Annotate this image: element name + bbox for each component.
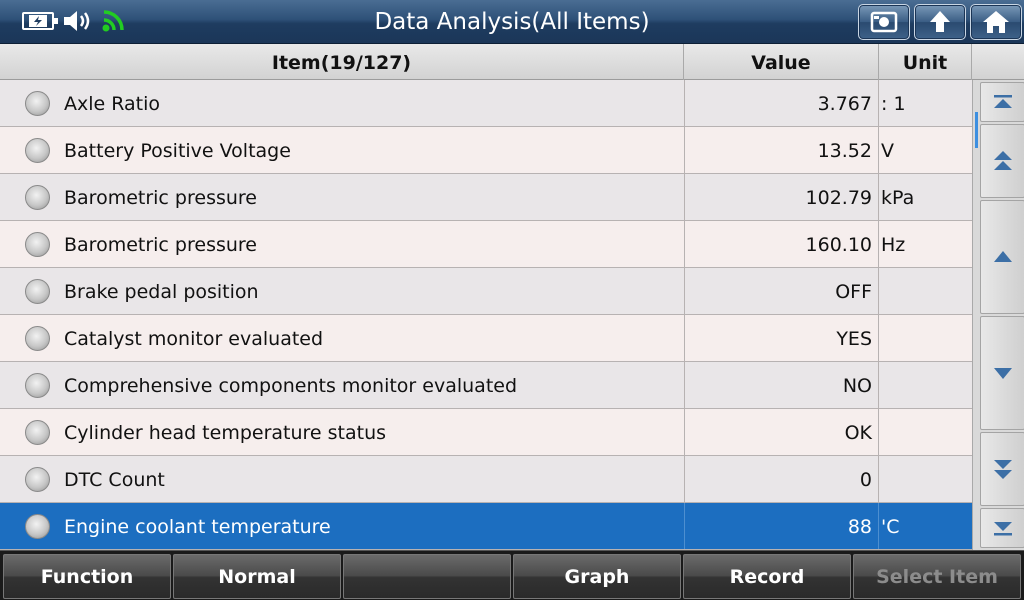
row-select-radio[interactable]: [25, 91, 50, 116]
item-name: Barometric pressure: [64, 234, 257, 256]
function-button[interactable]: Function: [3, 554, 171, 599]
item-value: OK: [684, 409, 879, 455]
screenshot-icon: [870, 11, 898, 33]
row-select-radio[interactable]: [25, 326, 50, 351]
item-unit: 'C: [881, 516, 900, 538]
scroll-top-icon: [993, 95, 1012, 108]
title-bar: Data Analysis(All Items): [0, 0, 1024, 44]
column-header-unit: Unit: [879, 44, 972, 80]
table-header: Item(19/127) Value Unit: [0, 44, 1024, 80]
item-value: YES: [684, 315, 879, 361]
item-unit: V: [881, 140, 894, 162]
column-header-item: Item(19/127): [0, 44, 684, 80]
scroll-panel: [972, 80, 1024, 550]
item-value: OFF: [684, 268, 879, 314]
item-name: Axle Ratio: [64, 93, 161, 115]
home-icon: [983, 11, 1009, 33]
item-name: Barometric pressure: [64, 187, 257, 209]
item-unit: Hz: [881, 234, 906, 256]
item-value: 160.10: [684, 221, 879, 267]
line-up-icon: [993, 251, 1012, 262]
scrollbar-thumb[interactable]: [975, 112, 978, 148]
table-row[interactable]: Comprehensive components monitor evaluat…: [0, 362, 972, 409]
row-select-radio[interactable]: [25, 138, 50, 163]
table-row[interactable]: Brake pedal position OFF: [0, 268, 972, 315]
table-row[interactable]: Axle Ratio 3.767 : 1: [0, 80, 972, 127]
row-select-radio[interactable]: [25, 232, 50, 257]
page-down-icon: [993, 460, 1012, 479]
screenshot-button[interactable]: [858, 4, 910, 40]
data-table: Axle Ratio 3.767 : 1 Battery Positive Vo…: [0, 80, 972, 550]
item-value: 0: [684, 456, 879, 502]
line-up-button[interactable]: [980, 200, 1024, 314]
normal-button[interactable]: Normal: [173, 554, 341, 599]
row-select-radio[interactable]: [25, 373, 50, 398]
scrollbar[interactable]: [973, 80, 979, 550]
item-name: Cylinder head temperature status: [64, 422, 387, 444]
page-up-button[interactable]: [980, 124, 1024, 198]
item-unit: [879, 268, 972, 314]
back-button[interactable]: [914, 4, 966, 40]
item-value: NO: [684, 362, 879, 408]
item-name: Engine coolant temperature: [64, 516, 331, 538]
table-row[interactable]: DTC Count 0: [0, 456, 972, 503]
item-name: DTC Count: [64, 469, 165, 491]
bottom-toolbar: Function Normal Graph Record Select Item: [0, 550, 1024, 600]
column-header-blank: [972, 44, 1024, 80]
page-down-button[interactable]: [980, 432, 1024, 506]
item-unit: kPa: [881, 187, 915, 209]
table-row-selected[interactable]: Engine coolant temperature 88 'C: [0, 503, 972, 550]
scroll-top-button[interactable]: [980, 82, 1024, 122]
home-button[interactable]: [970, 4, 1022, 40]
item-name: Comprehensive components monitor evaluat…: [64, 375, 518, 397]
line-down-icon: [993, 368, 1012, 379]
table-row[interactable]: Battery Positive Voltage 13.52 V: [0, 127, 972, 174]
item-unit: [879, 362, 972, 408]
item-unit: : 1: [881, 93, 906, 115]
row-select-radio[interactable]: [25, 185, 50, 210]
item-value: 13.52: [684, 127, 879, 173]
item-name: Brake pedal position: [64, 281, 259, 303]
item-unit: [879, 409, 972, 455]
item-name: Catalyst monitor evaluated: [64, 328, 324, 350]
select-item-button[interactable]: Select Item: [853, 554, 1021, 599]
table-row[interactable]: Barometric pressure 102.79 kPa: [0, 174, 972, 221]
line-down-button[interactable]: [980, 316, 1024, 430]
record-button[interactable]: Record: [683, 554, 851, 599]
scroll-bottom-button[interactable]: [980, 508, 1024, 548]
back-icon: [930, 11, 950, 32]
row-select-radio[interactable]: [25, 279, 50, 304]
table-row[interactable]: Catalyst monitor evaluated YES: [0, 315, 972, 362]
item-name: Battery Positive Voltage: [64, 140, 291, 162]
table-row[interactable]: Cylinder head temperature status OK: [0, 409, 972, 456]
item-value: 102.79: [684, 174, 879, 220]
graph-button[interactable]: Graph: [513, 554, 681, 599]
item-value: 3.767: [684, 80, 879, 126]
column-header-value: Value: [684, 44, 879, 80]
row-select-radio[interactable]: [25, 420, 50, 445]
blank-button[interactable]: [343, 554, 511, 599]
scroll-bottom-icon: [993, 522, 1012, 536]
row-select-radio[interactable]: [25, 467, 50, 492]
item-value: 88: [684, 503, 879, 549]
row-select-radio[interactable]: [25, 514, 50, 539]
item-unit: [879, 315, 972, 361]
item-unit: [879, 456, 972, 502]
table-row[interactable]: Barometric pressure 160.10 Hz: [0, 221, 972, 268]
page-up-icon: [993, 151, 1012, 170]
